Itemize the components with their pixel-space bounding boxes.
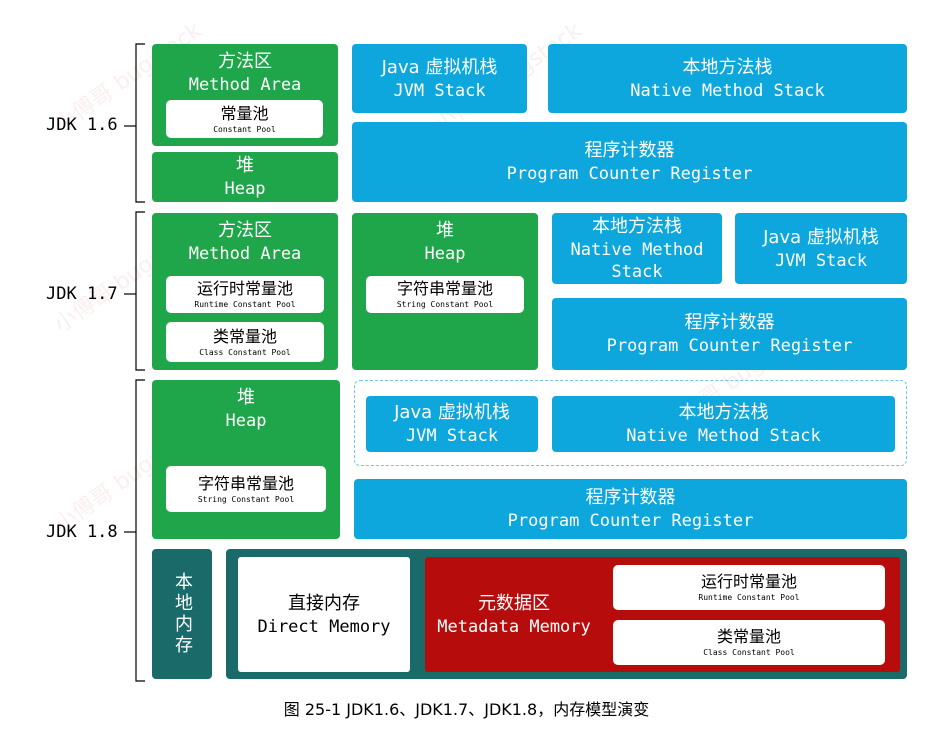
jdk17-class-pool-cn: 类常量池: [212, 326, 277, 346]
version-label-jdk17: JDK 1.7: [46, 284, 118, 304]
jdk18-runtime-pool-cn: 运行时常量池: [700, 572, 797, 591]
jdk16-constant-pool: 常量池 Constant Pool: [166, 100, 323, 138]
jdk17-runtime-pool-en: Runtime Constant Pool: [194, 300, 296, 309]
jdk16-method-area-en: Method Area: [188, 75, 302, 95]
jdk17-pc-register-cn: 程序计数器: [684, 312, 775, 333]
jdk16-heap-cn: 堆: [236, 155, 254, 176]
jdk18-runtime-pool-en: Runtime Constant Pool: [698, 593, 800, 602]
jdk17-jvm-stack-cn: Java 虚拟机栈: [763, 226, 879, 248]
jdk16-heap-en: Heap: [224, 179, 266, 199]
jdk18-pc-register-en: Program Counter Register: [507, 511, 754, 531]
jdk17-jvm-stack: Java 虚拟机栈 JVM Stack: [735, 213, 907, 284]
jdk16-native-stack-en: Native Method Stack: [630, 80, 825, 101]
jdk17-heap-en: Heap: [424, 244, 466, 264]
jdk18-direct-memory-cn: 直接内存: [288, 592, 360, 614]
jdk18-class-constant-pool: 类常量池 Class Constant Pool: [613, 620, 885, 665]
figure-caption: 图 25-1 JDK1.6、JDK1.7、JDK1.8，内存模型演变: [283, 700, 650, 719]
jdk18-native-stack-en: Native Method Stack: [626, 426, 821, 446]
jdk17-heap-cn: 堆: [436, 220, 454, 241]
jdk17-pc-register: 程序计数器 Program Counter Register: [552, 298, 907, 370]
jdk18-jvm-stack-en: JVM Stack: [405, 426, 499, 446]
jdk16-pc-register-cn: 程序计数器: [584, 140, 675, 161]
jdk18-class-pool-cn: 类常量池: [716, 627, 781, 646]
jdk16-jvm-stack: Java 虚拟机栈 JVM Stack: [352, 44, 527, 113]
jdk18-native-stack-cn: 本地方法栈: [678, 402, 769, 423]
jdk16-heap: 堆 Heap: [152, 152, 338, 202]
jdk18-heap-cn: 堆: [237, 387, 255, 408]
jdk18-string-pool-en: String Constant Pool: [197, 494, 295, 504]
jdk18-metadata-en: Metadata Memory: [437, 616, 591, 637]
version-label-jdk16: JDK 1.6: [46, 115, 118, 135]
jdk18-jvm-stack: Java 虚拟机栈 JVM Stack: [366, 396, 538, 452]
jdk17-runtime-pool-cn: 运行时常量池: [196, 279, 293, 298]
jdk17-string-constant-pool: 字符串常量池 String Constant Pool: [366, 276, 524, 313]
jdk17-method-area-en: Method Area: [188, 244, 302, 264]
jdk18-pc-register-cn: 程序计数器: [585, 487, 676, 508]
jdk16-pc-register-en: Program Counter Register: [506, 164, 753, 184]
jdk17-string-pool-cn: 字符串常量池: [396, 279, 493, 298]
jdk17-jvm-stack-en: JVM Stack: [774, 250, 868, 271]
jdk16-jvm-stack-en: JVM Stack: [393, 80, 486, 101]
jdk17-string-pool-en: String Constant Pool: [396, 300, 494, 309]
jdk18-class-pool-en: Class Constant Pool: [703, 648, 795, 657]
jdk17-method-area-cn: 方法区: [218, 220, 272, 241]
jdk17-native-stack-en2: Stack: [611, 261, 663, 282]
jdk17-native-stack-en1: Native Method: [570, 239, 704, 260]
jdk17-native-stack-cn: 本地方法栈: [592, 215, 682, 237]
jdk18-direct-memory: 直接内存 Direct Memory: [238, 557, 410, 672]
jdk18-local-memory: 本地内存: [152, 549, 212, 679]
jdk17-native-method-stack: 本地方法栈 Native Method Stack: [552, 213, 722, 284]
jdk18-heap-en: Heap: [225, 411, 267, 431]
jdk18-runtime-constant-pool: 运行时常量池 Runtime Constant Pool: [613, 565, 885, 610]
jdk16-native-stack-cn: 本地方法栈: [682, 56, 773, 78]
jdk18-pc-register: 程序计数器 Program Counter Register: [354, 479, 907, 539]
jdk18-jvm-stack-cn: Java 虚拟机栈: [394, 402, 510, 423]
jdk18-metadata-cn: 元数据区: [478, 592, 550, 614]
jdk16-jvm-stack-cn: Java 虚拟机栈: [381, 56, 498, 78]
version-label-jdk18: JDK 1.8: [46, 522, 118, 542]
jdk18-heap: 堆 Heap: [152, 380, 340, 539]
jdk17-runtime-constant-pool: 运行时常量池 Runtime Constant Pool: [166, 276, 324, 313]
jdk16-pc-register: 程序计数器 Program Counter Register: [352, 122, 907, 202]
jdk16-constant-pool-cn: 常量池: [220, 103, 269, 123]
jdk17-class-pool-en: Class Constant Pool: [199, 347, 291, 357]
jdk18-string-pool-cn: 字符串常量池: [197, 473, 294, 493]
jdk17-class-constant-pool: 类常量池 Class Constant Pool: [166, 322, 324, 362]
jdk18-string-constant-pool: 字符串常量池 String Constant Pool: [166, 466, 326, 512]
jdk16-method-area-cn: 方法区: [218, 51, 272, 72]
jdk16-native-method-stack: 本地方法栈 Native Method Stack: [548, 44, 907, 113]
jdk18-direct-memory-en: Direct Memory: [257, 616, 391, 637]
jdk16-constant-pool-en: Constant Pool: [213, 124, 276, 134]
jdk18-native-method-stack: 本地方法栈 Native Method Stack: [552, 396, 895, 452]
jdk18-local-memory-label: 本地内存: [172, 572, 193, 656]
jdk17-pc-register-en: Program Counter Register: [606, 336, 853, 356]
